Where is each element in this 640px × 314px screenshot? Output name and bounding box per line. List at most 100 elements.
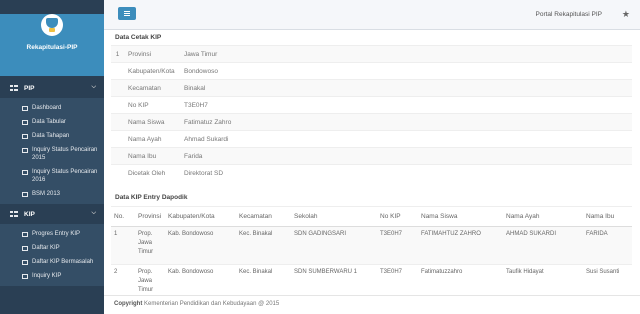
column-header[interactable]: Nama Siswa <box>418 206 503 227</box>
column-header[interactable]: Provinsi <box>135 206 165 227</box>
field-label: Nama Siswa <box>124 113 180 131</box>
sidebar-item-label: BSM 2013 <box>32 191 61 197</box>
monitor-icon <box>22 191 28 197</box>
kip-print-row: Kecamatan Binakal <box>111 79 632 97</box>
row-number <box>111 96 124 114</box>
field-value: Direktorat SD <box>180 164 632 182</box>
table-cell: Kec. Binakal <box>236 226 291 265</box>
hamburger-line <box>124 11 130 12</box>
sidebar-item-label: Dashboard <box>32 105 62 111</box>
chevron-down-icon: ⌵ <box>91 210 96 216</box>
row-number <box>111 147 124 165</box>
kip-print-row: Nama Siswa Fatimatuz Zahro <box>111 113 632 131</box>
table-cell: 1 <box>111 226 135 265</box>
sidebar-item-label: Daftar KIP Bermasalah <box>32 259 94 265</box>
sidebar-item-label: Data Tahapan <box>32 133 70 139</box>
field-value: Farida <box>180 147 632 165</box>
column-header[interactable]: Kecamatan <box>236 206 291 227</box>
kip-print-row: Dicetak Oleh Direktorat SD <box>111 164 632 182</box>
field-value: T3E0H7 <box>180 96 632 114</box>
field-value: Jawa Timur <box>180 45 632 63</box>
table-row: 1 Prop. Jawa Timur Kab. Bondowoso Kec. Bina… <box>111 226 632 265</box>
sidebar-item-inquiry-kip[interactable]: Inquiry KIP <box>0 269 104 283</box>
row-number <box>111 62 124 80</box>
sidebar-item-progres-entry-kip[interactable]: Progres Entry KIP <box>0 227 104 241</box>
table-cell: AHMAD SUKARDI <box>503 226 583 265</box>
grid-icon <box>10 85 18 91</box>
field-label: Nama Ibu <box>124 147 180 165</box>
star-icon[interactable]: ★ <box>622 9 630 20</box>
hamburger-line <box>124 15 130 16</box>
monitor-icon <box>22 147 28 153</box>
sidebar-item-daftar-kip-bermasalah[interactable]: Daftar KIP Bermasalah <box>0 255 104 269</box>
row-number <box>111 113 124 131</box>
sidebar-item-bsm-2013[interactable]: BSM 2013 <box>0 187 104 201</box>
row-number <box>111 164 124 182</box>
copyright-text: Kementerian Pendidikan dan Kebudayaan @ … <box>144 301 280 307</box>
field-label: Nama Ayah <box>124 130 180 148</box>
sidebar-submenu-pip: Dashboard Data Tabular Data Tahapan Inqu… <box>0 98 104 204</box>
column-header[interactable]: Kabupaten/Kota <box>165 206 236 227</box>
sidebar-item-data-tahapan[interactable]: Data Tahapan <box>0 129 104 143</box>
field-value: Binakal <box>180 79 632 97</box>
monitor-icon <box>22 259 28 265</box>
sidebar-item-dashboard[interactable]: Dashboard <box>0 101 104 115</box>
main-content: Data Cetak KIP 1 Provinsi Jawa Timur Kabupa… <box>104 30 640 304</box>
row-number <box>111 79 124 97</box>
kip-print-row: 1 Provinsi Jawa Timur <box>111 45 632 63</box>
field-value: Bondowoso <box>180 62 632 80</box>
menu-toggle-button[interactable] <box>118 7 136 20</box>
sidebar: Rekapitulasi-PIP PIP ⌵ Dashboard Data Ta… <box>0 0 104 314</box>
table-cell: T3E0H7 <box>377 226 418 265</box>
hamburger-line <box>124 13 130 14</box>
monitor-icon <box>22 273 28 279</box>
column-header[interactable]: Sekolah <box>291 206 377 227</box>
kip-print-row: Kabupaten/Kota Bondowoso <box>111 62 632 80</box>
kip-print-table: 1 Provinsi Jawa Timur Kabupaten/Kota Bondowo… <box>111 45 632 182</box>
sidebar-section-kip[interactable]: KIP ⌵ <box>0 204 104 224</box>
field-value: Fatimatuz Zahro <box>180 113 632 131</box>
column-header[interactable]: Nama Ayah <box>503 206 583 227</box>
field-label: Dicetak Oleh <box>124 164 180 182</box>
table-cell: FATIMAHTUZ ZAHRO <box>418 226 503 265</box>
monitor-icon <box>22 245 28 251</box>
kip-print-row: Nama Ayah Ahmad Sukardi <box>111 130 632 148</box>
sidebar-section-label: PIP <box>24 84 35 92</box>
sidebar-item-inquiry-2016[interactable]: Inquiry Status Pencairan 2016 <box>0 165 104 187</box>
monitor-icon <box>22 119 28 125</box>
sidebar-submenu-kip: Progres Entry KIP Daftar KIP Daftar KIP … <box>0 224 104 286</box>
field-label: Kecamatan <box>124 79 180 97</box>
kip-entry-title: Data KIP Entry Dapodik <box>115 194 188 201</box>
copyright-label: Copyright <box>114 301 143 307</box>
monitor-icon <box>22 231 28 237</box>
sidebar-item-data-tabular[interactable]: Data Tabular <box>0 115 104 129</box>
brand-title: Rekapitulasi-PIP <box>26 44 78 51</box>
grid-icon <box>10 211 18 217</box>
row-number <box>111 130 124 148</box>
kip-entry-table: No. Provinsi Kabupaten/Kota Kecamatan Sekola… <box>111 206 632 304</box>
site-title-link[interactable]: Portal Rekapitulasi PIP <box>536 11 602 18</box>
column-header[interactable]: Nama Ibu <box>583 206 632 227</box>
sidebar-section-label: KIP <box>24 210 35 218</box>
table-cell: Prop. Jawa Timur <box>135 226 165 265</box>
sidebar-item-label: Data Tabular <box>32 119 66 125</box>
kip-print-row: No KIP T3E0H7 <box>111 96 632 114</box>
sidebar-section-pip[interactable]: PIP ⌵ <box>0 78 104 98</box>
table-cell: Kab. Bondowoso <box>165 226 236 265</box>
monitor-icon <box>22 133 28 139</box>
column-header[interactable]: No. <box>111 206 135 227</box>
field-label: Kabupaten/Kota <box>124 62 180 80</box>
monitor-icon <box>22 105 28 111</box>
table-cell: SDN GADINGSARI <box>291 226 377 265</box>
sidebar-item-label: Inquiry Status Pencairan 2016 <box>32 169 98 183</box>
footer: Copyright Kementerian Pendidikan dan Keb… <box>104 295 640 314</box>
column-header[interactable]: No KIP <box>377 206 418 227</box>
sidebar-item-daftar-kip[interactable]: Daftar KIP <box>0 241 104 255</box>
field-label: Provinsi <box>124 45 180 63</box>
chevron-down-icon: ⌵ <box>91 84 96 90</box>
sidebar-item-inquiry-2015[interactable]: Inquiry Status Pencairan 2015 <box>0 143 104 165</box>
tut-wuri-handayani-logo <box>41 14 63 36</box>
field-value: Ahmad Sukardi <box>180 130 632 148</box>
sidebar-item-label: Progres Entry KIP <box>32 231 81 237</box>
brand[interactable]: Rekapitulasi-PIP <box>0 14 104 76</box>
